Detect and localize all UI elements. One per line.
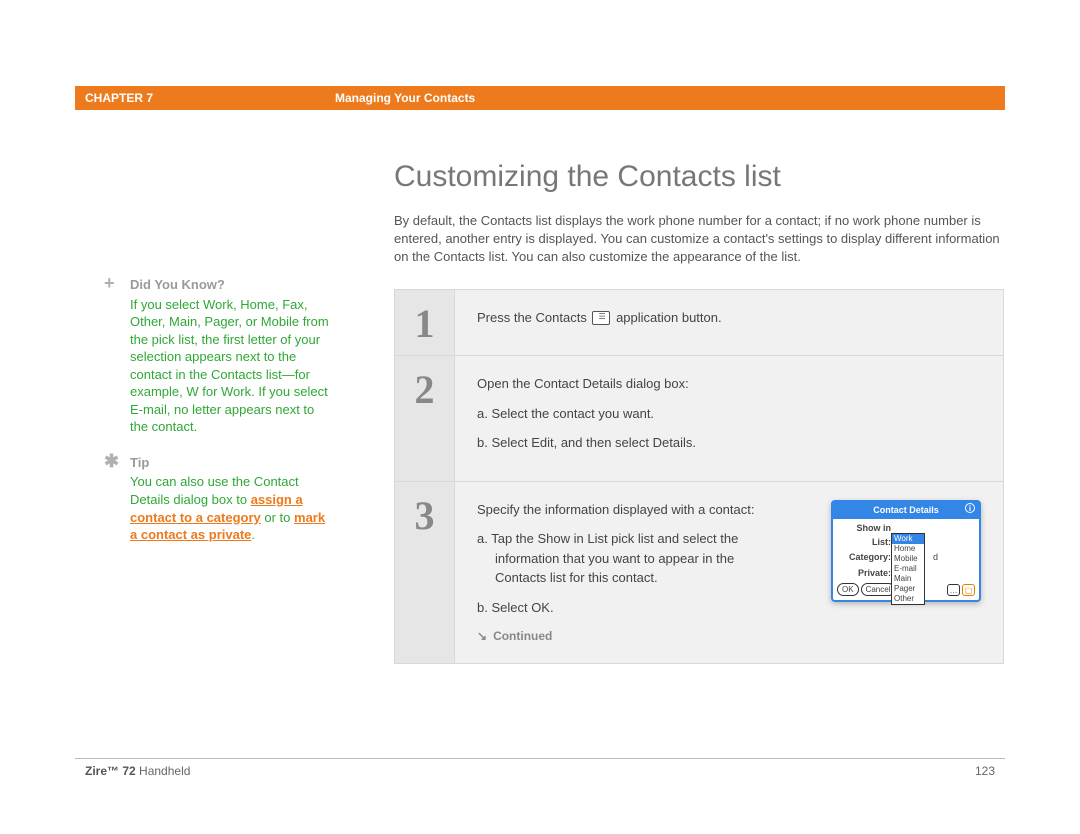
category-value: d [933, 551, 938, 565]
ok-button[interactable]: OK [837, 583, 859, 596]
chapter-header: CHAPTER 7 Managing Your Contacts [75, 86, 1005, 110]
contacts-app-icon [592, 311, 610, 325]
step-number-cell: 3 [395, 482, 455, 664]
step-1-text-post: application button. [616, 310, 722, 325]
delete-button[interactable]: ▢ [962, 584, 975, 596]
info-icon: i [965, 503, 975, 513]
step-number: 2 [415, 366, 435, 413]
did-you-know-text: If you select Work, Home, Fax, Other, Ma… [130, 296, 330, 436]
step-3: 3 Specify the information displayed with… [395, 482, 1003, 664]
product-bold: Zire™ 72 [85, 764, 136, 778]
private-label: Private: [837, 567, 891, 581]
main-content: Customizing the Contacts list By default… [394, 160, 1004, 664]
step-1: 1 Press the Contacts application button. [395, 290, 1003, 357]
did-you-know-block: + Did You Know? If you select Work, Home… [110, 276, 330, 436]
step-2-intro: Open the Contact Details dialog box: [477, 374, 981, 394]
step-3-a: a. Tap the Show in List pick list and se… [477, 529, 757, 588]
product-name: Zire™ 72 Handheld [85, 764, 190, 778]
dialog-title-text: Contact Details [873, 505, 939, 515]
step-2-body: Open the Contact Details dialog box: a. … [455, 356, 1003, 481]
continued-label: Continued [493, 627, 552, 645]
step-2-b: b. Select Edit, and then select Details. [477, 433, 981, 453]
tip-end: . [251, 527, 255, 542]
step-number-cell: 2 [395, 356, 455, 481]
category-label: Category: [837, 551, 891, 565]
section-title: Managing Your Contacts [335, 91, 475, 105]
show-in-list-picklist[interactable]: Work Home Mobile E-mail Main Pager Other [891, 533, 925, 605]
picklist-option[interactable]: Home [892, 544, 924, 554]
step-3-b: b. Select OK. [477, 598, 757, 618]
step-number: 1 [415, 300, 435, 347]
step-3-body: Specify the information displayed with a… [455, 482, 1003, 664]
note-button[interactable]: … [947, 584, 960, 596]
picklist-option[interactable]: E-mail [892, 564, 924, 574]
product-rest: Handheld [136, 764, 191, 778]
sidebar: + Did You Know? If you select Work, Home… [110, 276, 330, 562]
chapter-label: CHAPTER 7 [75, 91, 335, 105]
picklist-option[interactable]: Main [892, 574, 924, 584]
page-title: Customizing the Contacts list [394, 160, 1004, 194]
page-number: 123 [975, 764, 995, 778]
picklist-option[interactable]: Pager [892, 584, 924, 594]
continued-indicator: ↘ Continued [477, 627, 981, 645]
step-1-body: Press the Contacts application button. [455, 290, 1003, 356]
dialog-title: Contact Details i [833, 502, 979, 520]
step-number: 3 [415, 492, 435, 539]
asterisk-icon: ✱ [104, 452, 119, 470]
tip-mid: or to [261, 510, 294, 525]
tip-title: Tip [130, 454, 330, 472]
contact-details-screenshot: Contact Details i Show in List: Category… [831, 500, 981, 603]
step-number-cell: 1 [395, 290, 455, 356]
footer: Zire™ 72 Handheld 123 [85, 764, 995, 778]
intro-paragraph: By default, the Contacts list displays t… [394, 212, 1004, 267]
did-you-know-title: Did You Know? [130, 276, 330, 294]
step-3-intro: Specify the information displayed with a… [477, 500, 757, 520]
footer-divider [75, 758, 1005, 759]
dialog-body: Show in List: Category: d Private: OK [833, 519, 979, 600]
picklist-option[interactable]: Work [892, 534, 924, 544]
picklist-option[interactable]: Mobile [892, 554, 924, 564]
step-2: 2 Open the Contact Details dialog box: a… [395, 356, 1003, 482]
plus-icon: + [104, 274, 115, 292]
step-2-a: a. Select the contact you want. [477, 404, 981, 424]
step-1-text-pre: Press the Contacts [477, 310, 590, 325]
tip-text: You can also use the Contact Details dia… [130, 473, 330, 543]
steps-box: 1 Press the Contacts application button.… [394, 289, 1004, 665]
show-in-list-label: Show in List: [837, 522, 891, 549]
picklist-option[interactable]: Other [892, 594, 924, 604]
tip-block: ✱ Tip You can also use the Contact Detai… [110, 454, 330, 544]
continued-arrow-icon: ↘ [477, 627, 487, 645]
